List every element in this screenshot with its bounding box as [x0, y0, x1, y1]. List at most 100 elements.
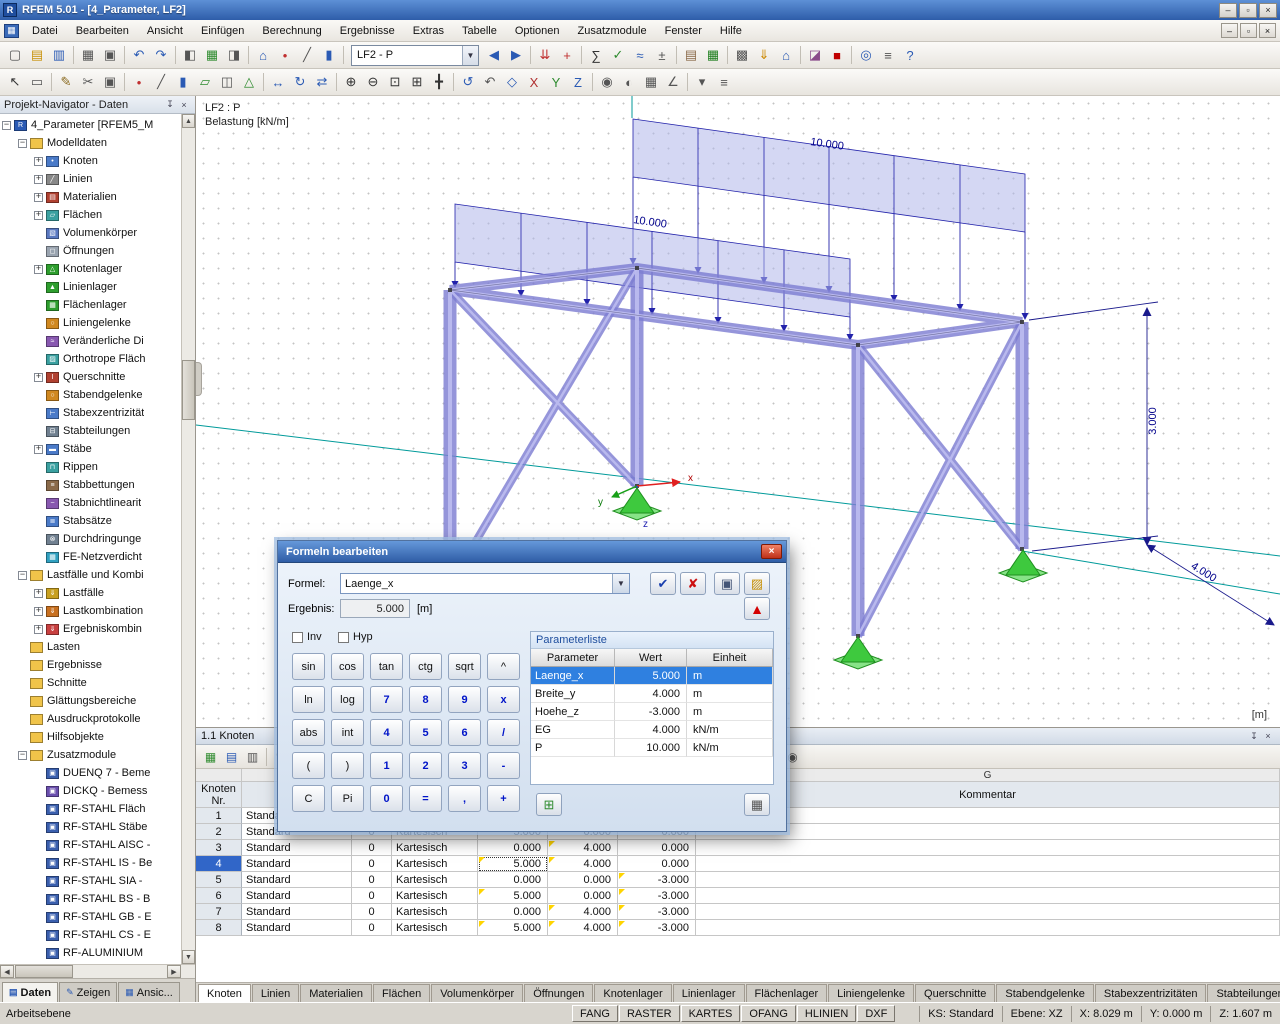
tree-querschnitte[interactable]: + I Querschnitte [0, 368, 181, 386]
tree-project[interactable]: − R 4_Parameter [RFEM5_M [0, 116, 181, 134]
tree-modelldaten[interactable]: − Modelldaten [0, 134, 181, 152]
new-member-icon[interactable]: ▮ [172, 71, 194, 93]
new-opening-icon[interactable]: ◫ [216, 71, 238, 93]
model-icon[interactable]: ⌂ [252, 44, 274, 66]
navigator-scrollbar[interactable]: ▲ ▼ [181, 114, 195, 964]
rotate-view-icon[interactable]: ↺ [457, 71, 479, 93]
calc-button[interactable]: sqrt [448, 653, 481, 680]
document-icon[interactable]: ▦ [4, 24, 19, 38]
tree-durchdringungen[interactable]: ⊗ Durchdringunge [0, 530, 181, 548]
tree-stabnichtlinearitaeten[interactable]: ~ Stabnichtlinearit [0, 494, 181, 512]
tab-linien[interactable]: Linien [252, 984, 299, 1002]
redo-icon[interactable]: ↷ [150, 44, 172, 66]
calc-button[interactable]: 0 [370, 785, 403, 812]
scroll-up-icon[interactable]: ▲ [182, 114, 195, 128]
zoom-mode-icon[interactable]: ◎ [855, 44, 877, 66]
header-knoten-nr[interactable]: KnotenNr. [196, 782, 242, 808]
koordinatensystem-cell[interactable]: Kartesisch [392, 856, 478, 872]
line-tool-icon[interactable]: ╱ [296, 44, 318, 66]
kommentar-cell[interactable] [696, 872, 1280, 888]
tree-lastkombinationen[interactable]: + ⇓ Lastkombination [0, 602, 181, 620]
previous-view-icon[interactable]: ↶ [479, 71, 501, 93]
tree-ausdruckprotokolle[interactable]: Ausdruckprotokolle [0, 710, 181, 728]
tab-oeffnungen[interactable]: Öffnungen [524, 984, 593, 1002]
tree-expander[interactable]: + [34, 157, 43, 166]
parameter-row[interactable]: Hoehe_z -3.000 m [531, 703, 773, 721]
view-z-icon[interactable]: Z [567, 71, 589, 93]
navtab-zeigen[interactable]: ✎ Zeigen [59, 982, 117, 1002]
properties-icon[interactable]: ≡ [713, 71, 735, 93]
knotentyp-cell[interactable]: Standard [242, 872, 352, 888]
calc-button[interactable]: log [331, 686, 364, 713]
calc-button[interactable]: 2 [409, 752, 442, 779]
error-list-button[interactable]: ▲ [744, 597, 770, 620]
tree-rf-aluminium[interactable]: ▣ RF-ALUMINIUM [0, 944, 181, 962]
tree-rf-stahl-flaechen[interactable]: ▣ RF-STAHL Fläch [0, 800, 181, 818]
tree-expander[interactable]: + [34, 625, 43, 634]
transparency-icon[interactable]: ◐ [618, 71, 640, 93]
tree-expander[interactable]: − [18, 571, 27, 580]
clipping-icon[interactable]: ▦ [640, 71, 662, 93]
excel-icon[interactable]: ▦ [702, 44, 724, 66]
z-coordinate-cell[interactable]: -3.000 [618, 904, 696, 920]
modules-icon[interactable]: ◪ [804, 44, 826, 66]
zoom-out-icon[interactable]: ⊖ [362, 71, 384, 93]
tab-stabexzentrizitaeten[interactable]: Stabexzentrizitäten [1095, 984, 1207, 1002]
tree-flaechen[interactable]: + ▱ Flächen [0, 206, 181, 224]
results-icon[interactable]: ≈ [629, 44, 651, 66]
scroll-right-icon[interactable]: ▶ [167, 965, 181, 978]
koordinatensystem-cell[interactable]: Kartesisch [392, 888, 478, 904]
tree-knotenlager[interactable]: + △ Knotenlager [0, 260, 181, 278]
row-number-cell[interactable]: 1 [196, 808, 242, 824]
x-coordinate-cell[interactable]: 0.000 [478, 904, 548, 920]
help-icon[interactable]: ? [899, 44, 921, 66]
tree-expander[interactable]: + [34, 445, 43, 454]
tree-expander[interactable]: + [34, 607, 43, 616]
restore-button[interactable]: ▫ [1239, 3, 1257, 18]
move-icon[interactable]: ↔ [267, 71, 289, 93]
row-number-cell[interactable]: 6 [196, 888, 242, 904]
z-coordinate-cell[interactable]: -3.000 [618, 888, 696, 904]
calc-button[interactable]: 4 [370, 719, 403, 746]
menu-einfuegen[interactable]: Einfügen [192, 22, 253, 40]
scrollbar-thumb[interactable] [15, 965, 73, 978]
close-icon[interactable]: × [177, 98, 191, 111]
x-coordinate-cell[interactable]: 5.000 [478, 856, 548, 872]
tab-knoten[interactable]: Knoten [198, 984, 251, 1002]
tab-knotenlager[interactable]: Knotenlager [594, 984, 671, 1002]
duplicate-icon[interactable]: ▣ [99, 71, 121, 93]
close-icon[interactable]: × [761, 544, 782, 559]
calc-button[interactable]: sin [292, 653, 325, 680]
scroll-down-icon[interactable]: ▼ [182, 950, 195, 964]
calc-button[interactable]: , [448, 785, 481, 812]
tree-rf-stahl-aisc[interactable]: ▣ RF-STAHL AISC - [0, 836, 181, 854]
zoom-window-icon[interactable]: ⊞ [406, 71, 428, 93]
menu-ansicht[interactable]: Ansicht [138, 22, 192, 40]
menu-fenster[interactable]: Fenster [656, 22, 711, 40]
chevron-down-icon[interactable]: ▼ [462, 46, 478, 65]
bezugsknoten-cell[interactable]: 0 [352, 856, 392, 872]
tree-stabbettungen[interactable]: ≡ Stabbettungen [0, 476, 181, 494]
row-number-cell[interactable]: 7 [196, 904, 242, 920]
display-menu-icon[interactable]: ▾ [691, 71, 713, 93]
fe-mesh-icon[interactable]: ▩ [731, 44, 753, 66]
save-formula-button[interactable]: ▣ [714, 572, 740, 595]
tab-querschnitte[interactable]: Querschnitte [915, 984, 995, 1002]
tab-liniengelenke[interactable]: Liniengelenke [828, 984, 914, 1002]
tree-veraenderliche-dicken[interactable]: ≈ Veränderliche Di [0, 332, 181, 350]
prev-loadcase-icon[interactable]: ◀ [483, 44, 505, 66]
tree-expander[interactable]: + [34, 175, 43, 184]
calc-button[interactable]: 9 [448, 686, 481, 713]
toggle-dxf[interactable]: DXF [857, 1005, 895, 1022]
calc-button[interactable]: 8 [409, 686, 442, 713]
check-icon[interactable]: ✓ [607, 44, 629, 66]
toggle-hlinien[interactable]: HLINIEN [797, 1005, 856, 1022]
new-support-icon[interactable]: △ [238, 71, 260, 93]
table-columns-icon[interactable]: ▤ [221, 747, 242, 767]
zoom-all-icon[interactable]: ⊡ [384, 71, 406, 93]
tab-flaechenlager[interactable]: Flächenlager [746, 984, 828, 1002]
tree-liniengelenke[interactable]: ○ Liniengelenke [0, 314, 181, 332]
tree-expander[interactable]: + [34, 373, 43, 382]
show-loads-icon[interactable]: ⇊ [534, 44, 556, 66]
y-coordinate-cell[interactable]: 0.000 [548, 888, 618, 904]
